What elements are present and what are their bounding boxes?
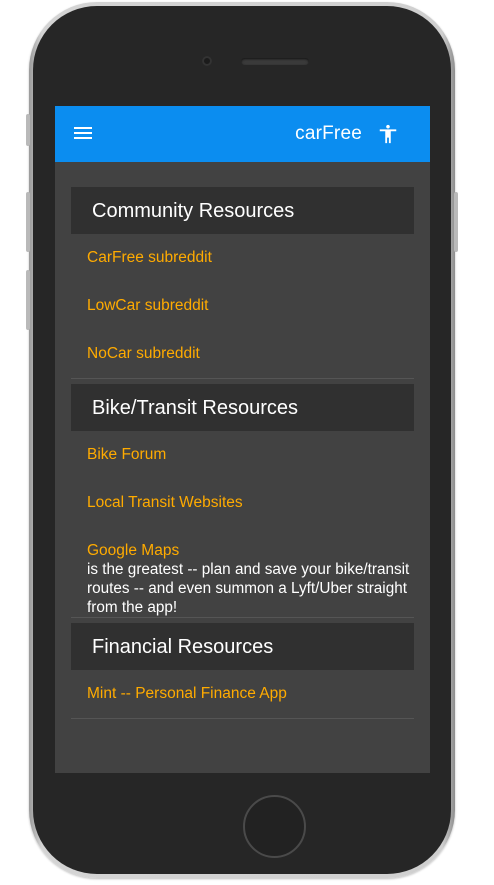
app-screen: carFree Community Resources CarFree subr… [55, 106, 430, 773]
section-divider [71, 617, 414, 618]
section-header-financial: Financial Resources [71, 623, 414, 670]
section-header-community: Community Resources [71, 187, 414, 234]
link-lowcar-subreddit[interactable]: LowCar subreddit [71, 282, 414, 330]
accessibility-icon[interactable] [377, 123, 399, 145]
earpiece-speaker [241, 58, 309, 65]
link-carfree-subreddit[interactable]: CarFree subreddit [71, 234, 414, 282]
power-button [454, 192, 458, 252]
app-title: carFree [295, 123, 362, 144]
link-mint-finance-app[interactable]: Mint -- Personal Finance App [71, 670, 414, 718]
section-divider [71, 718, 414, 719]
front-camera [202, 56, 212, 66]
link-local-transit-websites[interactable]: Local Transit Websites [71, 479, 414, 527]
volume-up-button [26, 192, 30, 252]
hamburger-menu-icon[interactable] [74, 127, 92, 140]
mute-switch [26, 114, 30, 146]
link-bike-forum[interactable]: Bike Forum [71, 431, 414, 479]
resource-list: Community Resources CarFree subreddit Lo… [71, 187, 414, 724]
section-divider [71, 378, 414, 379]
home-button[interactable] [243, 795, 306, 858]
section-header-bike-transit: Bike/Transit Resources [71, 384, 414, 431]
app-bar: carFree [55, 106, 430, 162]
volume-down-button [26, 270, 30, 330]
google-maps-description: is the greatest -- plan and save your bi… [87, 561, 410, 616]
link-nocar-subreddit[interactable]: NoCar subreddit [71, 330, 414, 378]
